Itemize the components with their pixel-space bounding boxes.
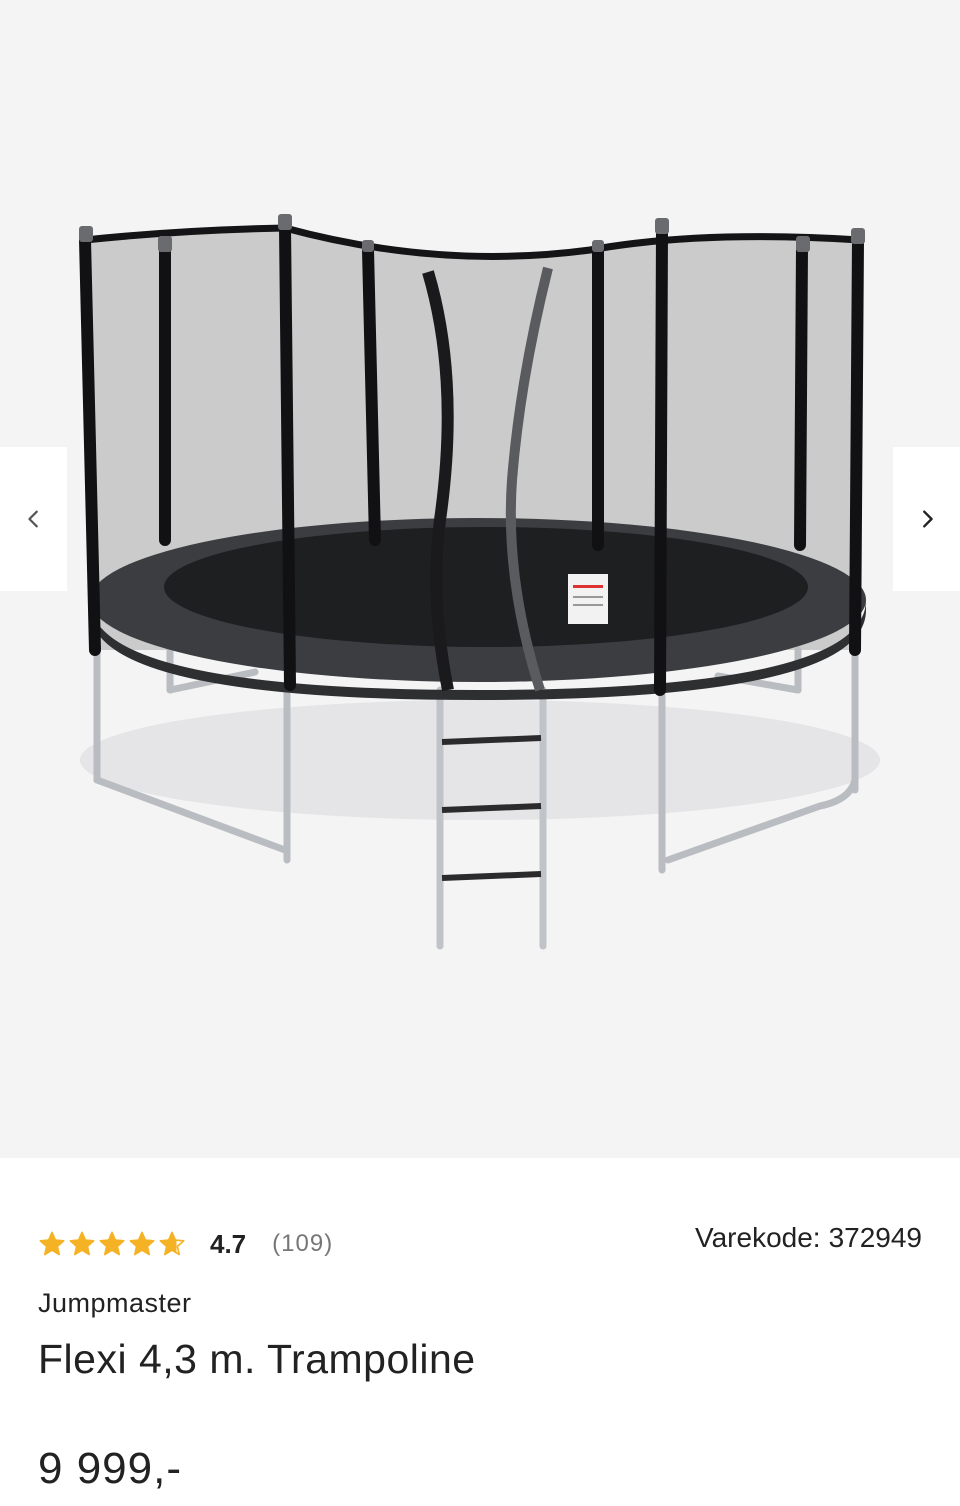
star-icon (39, 1231, 65, 1256)
product-brand[interactable]: Jumpmaster (38, 1288, 192, 1319)
product-price: 9 999,- (38, 1444, 182, 1493)
rating-stars (38, 1230, 186, 1258)
sku-label: Varekode: (695, 1222, 821, 1253)
rating-value: 4.7 (210, 1228, 247, 1259)
product-image (79, 214, 880, 950)
gallery-next-button[interactable] (893, 447, 960, 591)
gallery-prev-button[interactable] (0, 447, 67, 591)
chevron-left-icon (27, 510, 38, 528)
sku: Varekode: 372949 (695, 1222, 922, 1254)
review-count[interactable]: (109) (272, 1230, 333, 1258)
rating-summary[interactable]: 4.7 (109) (38, 1228, 333, 1260)
star-icon (159, 1231, 185, 1256)
product-gallery[interactable] (0, 0, 960, 1158)
product-title: Flexi 4,3 m. Trampoline (38, 1336, 476, 1382)
chevron-right-icon (922, 510, 933, 528)
star-icon (69, 1231, 95, 1256)
star-icon (99, 1231, 125, 1256)
product-page: 4.7 (109) Varekode: 372949 Jumpmaster Fl… (0, 0, 960, 1506)
star-icon (129, 1231, 155, 1256)
sku-value: 372949 (828, 1222, 922, 1253)
